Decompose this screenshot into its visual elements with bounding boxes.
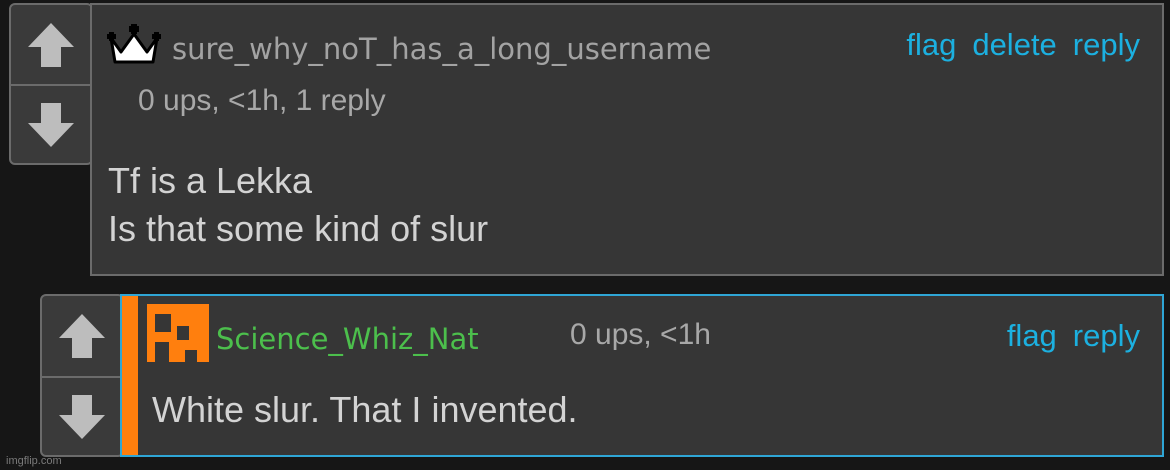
username-2[interactable]: Science_Whiz_Nat [216,322,479,356]
flag-link[interactable]: flag [906,27,956,63]
up-arrow-icon [28,22,74,67]
comment-body-line: White slur. That I invented. [152,389,578,430]
comment-body-2: White slur. That I invented. [152,386,578,434]
comment-body-line: Is that some kind of slur [108,208,489,249]
comment-actions-2: flag reply [1007,318,1140,354]
comment-2: Science_Whiz_Nat 0 ups, <1h flag reply W… [120,294,1164,457]
pixel-avatar-icon [147,304,209,362]
username-1[interactable]: sure_why_noT_has_a_long_username [172,32,711,66]
reply-link[interactable]: reply [1073,27,1140,63]
delete-link[interactable]: delete [972,27,1056,63]
comment-actions-1: flag delete reply [906,27,1140,63]
downvote-button-1[interactable] [11,86,91,163]
comment-meta-2: 0 ups, <1h [570,318,711,351]
new-reply-accent-bar [122,296,138,455]
comment-meta-1: 0 ups, <1h, 1 reply [138,84,386,117]
vote-column-1 [9,3,93,165]
down-arrow-icon [59,394,105,439]
up-arrow-icon [59,314,105,358]
down-arrow-icon [28,102,74,147]
watermark: imgflip.com [6,455,62,467]
upvote-button-2[interactable] [42,296,122,376]
upvote-button-1[interactable] [11,5,91,84]
reply-link[interactable]: reply [1073,318,1140,354]
comment-body-1: Tf is a Lekka Is that some kind of slur [108,157,488,253]
flag-link[interactable]: flag [1007,318,1057,354]
comment-1: sure_why_noT_has_a_long_username flag de… [90,3,1164,276]
downvote-button-2[interactable] [42,378,122,455]
vote-column-2 [40,294,124,457]
crown-icon [107,24,161,64]
comment-body-line: Tf is a Lekka [108,160,313,201]
